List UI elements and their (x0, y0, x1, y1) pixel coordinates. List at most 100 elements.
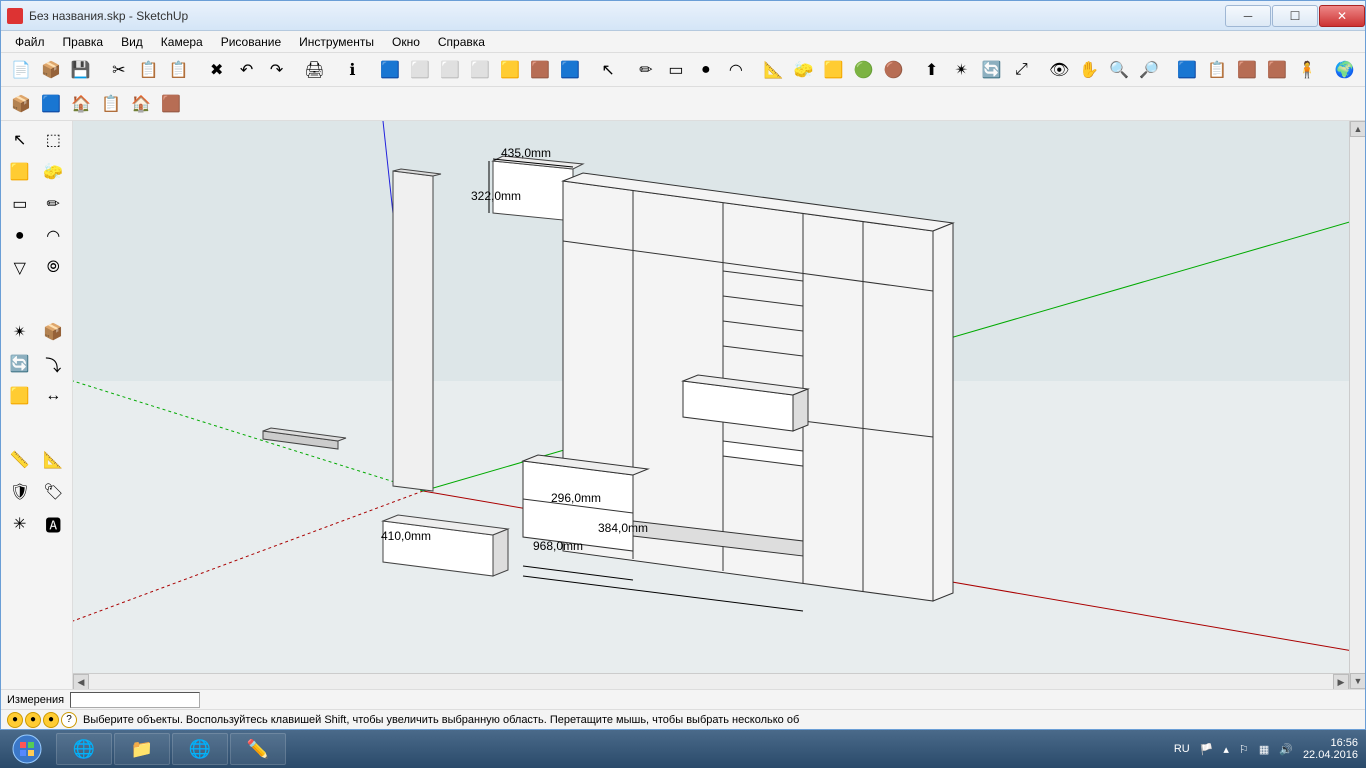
tray-up-icon[interactable]: ▴ (1223, 743, 1229, 756)
toolbar-button[interactable]: 📦 (7, 90, 35, 118)
tool-button[interactable] (39, 285, 69, 315)
toolbar-button[interactable]: 🟦 (376, 56, 404, 84)
scroll-right-icon[interactable]: ▶ (1333, 674, 1349, 689)
toolbar-button[interactable]: ✴ (948, 56, 976, 84)
toolbar-button[interactable]: 📋 (1203, 56, 1231, 84)
toolbar-button[interactable]: 🏠 (127, 90, 155, 118)
language-indicator[interactable]: RU (1174, 743, 1190, 755)
toolbar-button[interactable]: ✏ (632, 56, 660, 84)
tool-button[interactable]: 📐 (39, 445, 69, 475)
toolbar-button[interactable]: ℹ (338, 56, 366, 84)
tool-button[interactable]: ▽ (5, 253, 35, 283)
tool-button[interactable]: ✏ (39, 189, 69, 219)
tool-button[interactable]: ⦾ (39, 253, 69, 283)
toolbar-button[interactable]: ✖ (203, 56, 231, 84)
toolbar-button[interactable]: 🔍 (1105, 56, 1133, 84)
toolbar-button[interactable]: ⬜ (466, 56, 494, 84)
toolbar-button[interactable]: ↷ (263, 56, 291, 84)
toolbar-button[interactable]: 🟨 (496, 56, 524, 84)
tray-network-icon[interactable]: ▦ (1259, 743, 1269, 756)
tool-button[interactable]: ▭ (5, 189, 35, 219)
toolbar-button[interactable]: ⬆ (918, 56, 946, 84)
menu-tools[interactable]: Инструменты (291, 33, 382, 51)
toolbar-button[interactable]: 🟫 (1233, 56, 1261, 84)
toolbar-button[interactable]: 🔄 (977, 56, 1005, 84)
toolbar-button[interactable]: 🟦 (1173, 56, 1201, 84)
scrollbar-horizontal[interactable]: ◀ ▶ (73, 673, 1349, 689)
toolbar-button[interactable]: 🌍 (1331, 56, 1359, 84)
tool-button[interactable] (5, 285, 35, 315)
scrollbar-vertical[interactable]: ▲ ▼ (1349, 121, 1365, 689)
toolbar-button[interactable]: 📦 (37, 56, 65, 84)
menu-view[interactable]: Вид (113, 33, 151, 51)
toolbar-button[interactable]: 🟫 (1263, 56, 1291, 84)
toolbar-button[interactable]: ◠ (722, 56, 750, 84)
toolbar-button[interactable]: 🟦 (37, 90, 65, 118)
hint-icon[interactable]: ? (61, 712, 77, 728)
close-button[interactable]: ✕ (1319, 5, 1365, 27)
toolbar-button[interactable]: 💾 (67, 56, 95, 84)
tool-button[interactable]: 🟨 (5, 157, 35, 187)
toolbar-button[interactable]: 🟦 (556, 56, 584, 84)
tool-button[interactable]: ✴ (5, 317, 35, 347)
toolbar-button[interactable]: ⬜ (406, 56, 434, 84)
menu-help[interactable]: Справка (430, 33, 493, 51)
viewport-3d[interactable]: 435,0mm 322,0mm 296,0mm 384,0mm 968,0mm … (73, 121, 1365, 689)
tray-action-center-icon[interactable]: ⚐ (1239, 743, 1249, 756)
tool-button[interactable]: ◠ (39, 221, 69, 251)
hint-icon[interactable]: ● (25, 712, 41, 728)
toolbar-button[interactable]: ✂ (105, 56, 133, 84)
toolbar-button[interactable]: ⬜ (436, 56, 464, 84)
tool-button[interactable]: 🔄 (5, 349, 35, 379)
menu-camera[interactable]: Камера (153, 33, 211, 51)
toolbar-button[interactable]: 📄 (7, 56, 35, 84)
toolbar-button[interactable]: 🧽 (790, 56, 818, 84)
taskbar-chrome[interactable]: 🌐 (56, 733, 112, 765)
maximize-button[interactable]: ☐ (1272, 5, 1318, 27)
toolbar-button[interactable]: ⤢ (1007, 56, 1035, 84)
hint-icon[interactable]: ● (7, 712, 23, 728)
toolbar-button[interactable]: 🟨 (820, 56, 848, 84)
tray-volume-icon[interactable]: 🔊 (1279, 743, 1293, 756)
menu-edit[interactable]: Правка (55, 33, 112, 51)
toolbar-button[interactable]: 🔎 (1135, 56, 1163, 84)
toolbar-button[interactable]: 🟫 (526, 56, 554, 84)
tool-button[interactable]: ✳ (5, 509, 35, 539)
tool-button[interactable]: 🛡 (5, 477, 35, 507)
toolbar-button[interactable]: 🏠 (67, 90, 95, 118)
toolbar-button[interactable]: 🧍 (1293, 56, 1321, 84)
toolbar-button[interactable]: ↖ (594, 56, 622, 84)
menu-draw[interactable]: Рисование (213, 33, 289, 51)
scroll-left-icon[interactable]: ◀ (73, 674, 89, 689)
toolbar-button[interactable]: 📋 (135, 56, 163, 84)
scroll-down-icon[interactable]: ▼ (1350, 673, 1365, 689)
menu-window[interactable]: Окно (384, 33, 428, 51)
toolbar-button[interactable]: 🟤 (880, 56, 908, 84)
tray-flag-icon[interactable]: 🏳️ (1200, 743, 1214, 756)
tool-button[interactable] (39, 413, 69, 443)
minimize-button[interactable]: ─ (1225, 5, 1271, 27)
taskbar-explorer[interactable]: 📁 (114, 733, 170, 765)
tool-button[interactable]: ↔ (39, 381, 69, 411)
tool-button[interactable]: ⤵ (39, 349, 69, 379)
tool-button[interactable]: ⬚ (39, 125, 69, 155)
toolbar-button[interactable]: 📋 (97, 90, 125, 118)
taskbar-chrome-2[interactable]: 🌐 (172, 733, 228, 765)
start-button[interactable] (0, 730, 54, 768)
toolbar-button[interactable]: 🟢 (850, 56, 878, 84)
system-clock[interactable]: 16:56 22.04.2016 (1303, 737, 1358, 761)
hint-icon[interactable]: ● (43, 712, 59, 728)
tool-button[interactable]: 📦 (39, 317, 69, 347)
toolbar-button[interactable]: ● (692, 56, 720, 84)
toolbar-button[interactable]: 👁 (1045, 56, 1073, 84)
scroll-up-icon[interactable]: ▲ (1350, 121, 1365, 137)
measurements-input[interactable] (70, 692, 200, 708)
toolbar-button[interactable]: 📐 (760, 56, 788, 84)
toolbar-button[interactable]: 🟫 (157, 90, 185, 118)
toolbar-button[interactable]: ▭ (662, 56, 690, 84)
tool-button[interactable]: 🧽 (39, 157, 69, 187)
toolbar-button[interactable]: 🖨 (301, 56, 329, 84)
tool-button[interactable]: 🅰 (39, 509, 69, 539)
taskbar-sketchup[interactable]: ✏️ (230, 733, 286, 765)
toolbar-button[interactable]: ↶ (233, 56, 261, 84)
